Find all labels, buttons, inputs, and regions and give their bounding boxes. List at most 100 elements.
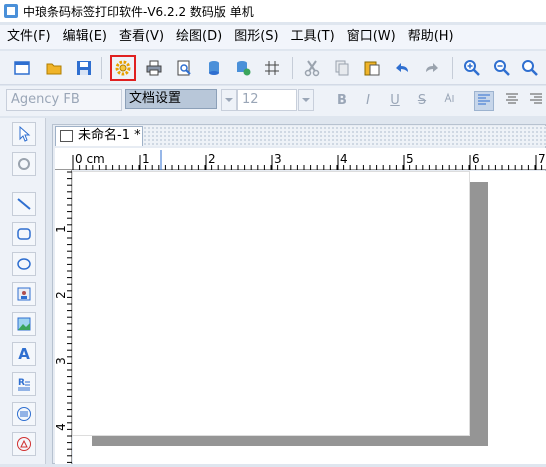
image-tool[interactable] [12,282,36,306]
gear-icon [115,60,131,76]
copy-button[interactable] [330,56,354,80]
barcode-icon [17,407,31,421]
align-right-button[interactable] [526,91,546,111]
size-dropdown-arrow[interactable] [298,89,314,111]
italic-button[interactable]: I [358,91,378,111]
font-size-input[interactable]: 12 [237,89,297,111]
save-icon [77,61,91,75]
scissors-icon [304,60,320,77]
document-settings-button[interactable] [110,55,136,81]
magnifier-icon [522,60,538,76]
title-bar: 中琅条码标签打印软件-V6.2.2 数码版 单机 [0,0,546,22]
menu-edit[interactable]: 编辑(E) [58,26,112,48]
document-settings-tooltip: 文档设置 [125,89,217,109]
ruler-label-0: 0 cm [75,152,105,166]
new-document-button[interactable] [10,56,34,80]
tab-document[interactable]: 未命名-1 * [55,126,143,146]
rich-text-tool[interactable]: R [12,372,36,396]
database-icon [209,61,219,75]
drawing-toolbar: A R [0,118,46,464]
window-title: 中琅条码标签打印软件-V6.2.2 数码版 单机 [23,4,254,19]
menu-file[interactable]: 文件(F) [2,26,56,48]
rounded-rectangle-icon [17,228,31,240]
tab-bar-background [143,126,546,146]
open-folder-icon [46,63,62,75]
bold-button[interactable]: B [332,91,352,111]
database-button[interactable] [202,56,226,80]
spacing-icon [444,92,454,103]
horizontal-ruler: 0 cm 1 2 3 4 5 6 7 [55,148,546,170]
grid-button[interactable] [260,56,284,80]
zoom-out-button[interactable] [490,56,514,80]
paste-button[interactable] [360,56,384,80]
menu-window[interactable]: 窗口(W) [342,26,401,48]
print-preview-button[interactable] [172,56,196,80]
vruler-label-1: 1 [53,225,68,233]
triangle-icon [17,437,31,451]
zoom-fit-button[interactable] [518,56,542,80]
line-tool[interactable] [12,192,36,216]
barcode-tool[interactable] [12,402,36,426]
char-spacing-button[interactable] [440,91,460,111]
database-gear-icon [237,61,251,76]
ruler-label-4: 4 [340,152,348,166]
menu-shape[interactable]: 图形(S) [229,26,283,48]
rotate-tool[interactable] [12,152,36,176]
menu-draw[interactable]: 绘图(D) [171,26,227,48]
rectangle-tool[interactable] [12,222,36,246]
align-left-button[interactable] [474,91,494,111]
redo-icon [426,63,438,72]
label-page[interactable] [72,171,470,436]
menu-tools[interactable]: 工具(T) [286,26,340,48]
vertical-ruler: 1 2 3 4 [53,170,72,464]
open-button[interactable] [42,56,66,80]
ruler-label-2: 2 [208,152,216,166]
ruler-label-5: 5 [406,152,414,166]
text-tool[interactable]: A [12,342,36,366]
align-center-button[interactable] [502,91,522,111]
vruler-label-4: 4 [53,423,68,431]
zoom-in-icon [464,60,480,76]
strikethrough-button[interactable]: S [412,91,432,111]
vruler-label-3: 3 [53,357,68,365]
line-icon [17,198,31,210]
ruler-label-3: 3 [274,152,282,166]
chevron-down-icon [225,98,233,102]
zoom-in-button[interactable] [460,56,484,80]
menu-help[interactable]: 帮助(H) [403,26,459,48]
rotate-icon [18,158,30,170]
vertical-ruler-ticks [67,171,72,463]
undo-button[interactable] [390,56,414,80]
database-settings-button[interactable] [231,56,255,80]
ruler-label-6: 6 [472,152,480,166]
ruler-label-1: 1 [142,152,150,166]
chevron-down-icon [302,98,310,102]
tab-label: 未命名-1 * [78,128,141,143]
document-icon [60,130,73,142]
landscape-icon [17,317,31,331]
main-toolbar [0,51,546,85]
preview-icon [177,60,191,76]
grid-icon [265,61,279,75]
new-document-icon [14,61,30,75]
menu-view[interactable]: 查看(V) [114,26,169,48]
picture-icon [17,287,31,301]
picture-tool[interactable] [12,312,36,336]
shape-tool[interactable] [12,432,36,456]
font-name-select[interactable]: Agency FB [6,89,122,111]
undo-icon [396,63,408,72]
redo-button[interactable] [420,56,444,80]
font-dropdown-arrow[interactable] [221,89,237,111]
copy-icon [335,60,349,76]
select-tool[interactable] [12,122,36,146]
rich-text-icon: R [18,378,30,391]
ruler-label-7: 7 [538,152,546,166]
save-button[interactable] [72,56,96,80]
cut-button[interactable] [300,56,324,80]
print-button[interactable] [142,56,166,80]
ellipse-tool[interactable] [12,252,36,276]
underline-button[interactable]: U [385,91,405,111]
align-right-icon [530,93,542,104]
paste-icon [364,61,380,76]
printer-icon [146,60,162,76]
